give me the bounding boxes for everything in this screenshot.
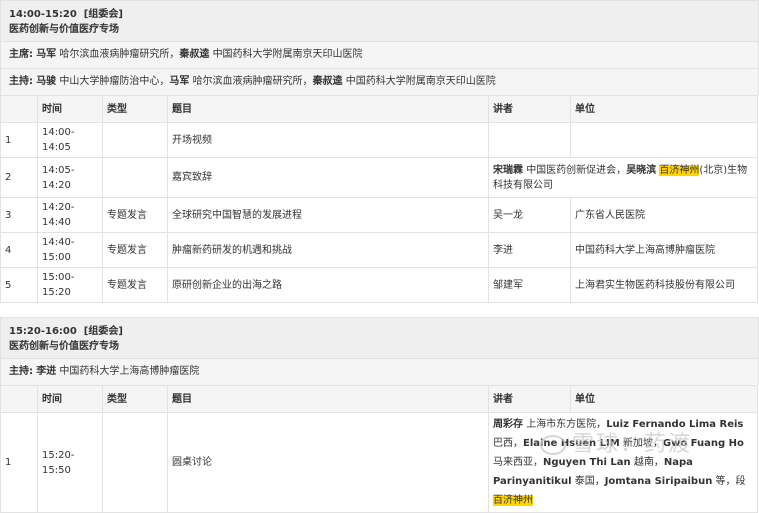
host-org: 中国药科大学上海高博肿瘤医院	[59, 366, 200, 377]
row-speaker: 吴一龙	[488, 197, 571, 233]
row-time: 14:00-14:05	[37, 122, 103, 158]
host-name: 马骏	[36, 76, 57, 87]
panelist-org: 泰国，	[574, 476, 605, 487]
row-type: 专题发言	[102, 197, 168, 233]
highlight-text: 百济神州	[659, 164, 700, 176]
table-row: 3 14:20-14:40 专题发言 全球研究中国智慧的发展进程 吴一龙 广东省…	[0, 197, 758, 233]
session1-chairs: 主席: 马军 哈尔滨血液病肿瘤研究所，秦叔逵 中国药科大学附属南京天印山医院	[0, 41, 759, 68]
col-header-topic: 题目	[167, 385, 489, 413]
row-type: 专题发言	[102, 267, 168, 303]
table-row: 1 14:00-14:05 开场视频	[0, 122, 758, 158]
speaker-name: 吴晓滨	[626, 164, 657, 176]
session2-header: 15:20-16:00 [组委会] 医药创新与价值医疗专场	[0, 317, 759, 358]
col-header-type: 类型	[102, 95, 168, 123]
row-type	[102, 122, 168, 158]
host-name: 李进	[36, 366, 57, 377]
row-topic: 嘉宾致辞	[167, 157, 489, 198]
row-topic: 肿瘤新药研发的机遇和挑战	[167, 232, 489, 268]
session2-hosts: 主持: 李进 中国药科大学上海高博肿瘤医院	[0, 358, 759, 385]
row-type: 专题发言	[102, 232, 168, 268]
snowball-logo-icon	[540, 435, 566, 455]
panelist-org: 等，	[715, 476, 736, 487]
chair-org: 哈尔滨血液病肿瘤研究所，	[59, 49, 180, 60]
session1-header: 14:00-15:20 [组委会] 医药创新与价值医疗专场	[0, 0, 759, 41]
col-header-speaker: 讲者	[488, 385, 571, 413]
panelist-org: 段	[735, 476, 746, 487]
col-header-no	[0, 95, 38, 123]
host-name: 秦叔逵	[312, 76, 343, 87]
col-header-time: 时间	[37, 95, 103, 123]
panelist-org: 巴西，	[493, 438, 523, 449]
table-row: 5 15:00-15:20 专题发言 原研创新企业的出海之路 邹建军 上海君实生…	[0, 267, 758, 303]
row-no: 3	[0, 197, 38, 233]
host-name: 马军	[169, 76, 190, 87]
session1-title: 医药创新与价值医疗专场	[9, 24, 119, 35]
session1-hosts: 主持: 马骏 中山大学肿瘤防治中心，马军 哈尔滨血液病肿瘤研究所，秦叔逵 中国药…	[0, 68, 759, 95]
chair-name: 秦叔逵	[179, 49, 210, 60]
session2-time: 15:20-16:00	[9, 326, 77, 337]
speaker-name: 宋瑞霖	[493, 164, 523, 176]
chair-label: 主席:	[9, 49, 33, 60]
col-header-type: 类型	[102, 385, 168, 413]
session1-table: 时间 类型 题目 讲者 单位 1 14:00-14:05 开场视频 2 14:0…	[0, 95, 758, 303]
panelist-name: 周彩存	[493, 419, 523, 430]
watermark: 雪球：药渡	[540, 426, 692, 458]
row-speaker: 邹建军	[488, 267, 571, 303]
session1-time: 14:00-15:20	[9, 9, 77, 20]
row-unit	[570, 122, 758, 158]
agenda-page: 14:00-15:20 [组委会] 医药创新与价值医疗专场 主席: 马军 哈尔滨…	[0, 0, 759, 513]
row-unit: 广东省人民医院	[570, 197, 758, 233]
table-header-row: 时间 类型 题目 讲者 单位	[0, 385, 758, 413]
row-topic: 原研创新企业的出海之路	[167, 267, 489, 303]
row-no: 1	[0, 122, 38, 158]
col-header-unit: 单位	[570, 95, 758, 123]
host-org: 中国药科大学附属南京天印山医院	[345, 76, 496, 87]
host-label: 主持:	[9, 76, 33, 87]
speaker-org: 中国医药创新促进会，	[526, 164, 627, 176]
col-header-time: 时间	[37, 385, 103, 413]
row-no: 5	[0, 267, 38, 303]
row-no: 4	[0, 232, 38, 268]
col-header-unit: 单位	[570, 385, 758, 413]
col-header-speaker: 讲者	[488, 95, 571, 123]
session2-organizer: [组委会]	[83, 326, 123, 337]
chair-name: 马军	[36, 49, 57, 60]
host-label: 主持:	[9, 366, 33, 377]
highlight-text: 百济神州	[493, 495, 533, 506]
chair-org: 中国药科大学附属南京天印山医院	[212, 49, 363, 60]
row-no: 2	[0, 157, 38, 198]
row-type	[102, 157, 168, 198]
row-speaker: 李进	[488, 232, 571, 268]
panelist-name: Jomtana Siripaibun	[604, 476, 713, 487]
table-row: 2 14:05-14:20 嘉宾致辞 宋瑞霖 中国医药创新促进会，吴晓滨 百济神…	[0, 157, 758, 198]
row-time: 14:20-14:40	[37, 197, 103, 233]
row-time: 14:40-15:00	[37, 232, 103, 268]
col-header-no	[0, 385, 38, 413]
row-speaker	[488, 122, 571, 158]
row-time: 15:00-15:20	[37, 267, 103, 303]
session2-title: 医药创新与价值医疗专场	[9, 341, 119, 352]
session1-organizer: [组委会]	[83, 9, 123, 20]
row-time: 14:05-14:20	[37, 157, 103, 198]
table-row: 4 14:40-15:00 专题发言 肿瘤新药研发的机遇和挑战 李进 中国药科大…	[0, 232, 758, 268]
row-speaker-unit: 宋瑞霖 中国医药创新促进会，吴晓滨 百济神州(北京)生物科技有限公司	[488, 157, 758, 198]
host-org: 哈尔滨血液病肿瘤研究所，	[192, 76, 313, 87]
row-topic: 全球研究中国智慧的发展进程	[167, 197, 489, 233]
watermark-text: 雪球：药渡	[572, 432, 693, 457]
row-topic: 开场视频	[167, 122, 489, 158]
host-org: 中山大学肿瘤防治中心，	[59, 76, 170, 87]
row-unit: 上海君实生物医药科技股份有限公司	[570, 267, 758, 303]
col-header-topic: 题目	[167, 95, 489, 123]
row-unit: 中国药科大学上海高博肿瘤医院	[570, 232, 758, 268]
table-header-row: 时间 类型 题目 讲者 单位	[0, 95, 758, 123]
